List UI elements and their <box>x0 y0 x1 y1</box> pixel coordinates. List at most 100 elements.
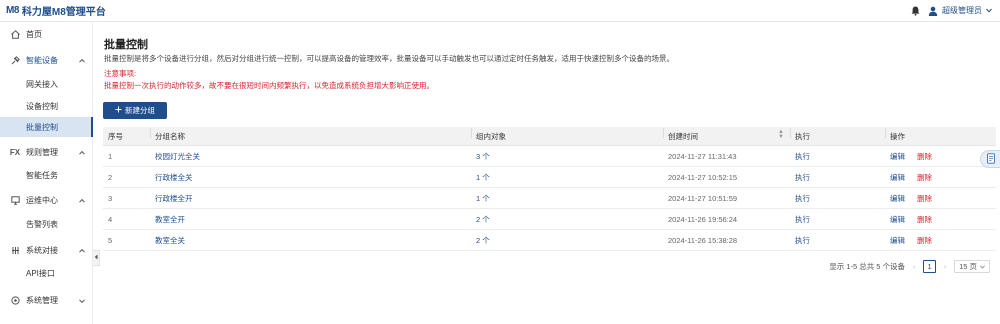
row-edit-link[interactable]: 编辑 <box>890 173 905 182</box>
sidebar-item-ops[interactable]: 运维中心 <box>0 189 93 211</box>
row-index: 5 <box>108 235 113 245</box>
new-group-label: 新建分组 <box>125 106 155 115</box>
plus-icon <box>115 106 122 115</box>
chevron-up-icon <box>79 57 85 63</box>
row-delete-link[interactable]: 删除 <box>917 236 932 245</box>
table-row: 3 行政楼全开 1 个 2024-11-27 10:51:59 执行 编辑 删除 <box>103 188 996 209</box>
row-index: 3 <box>108 193 113 203</box>
row-actions: 编辑 删除 <box>885 214 996 225</box>
main-content: 批量控制 批量控制是将多个设备进行分组，然后对分组进行统一控制，可以提高设备的管… <box>100 22 1000 324</box>
row-object-count[interactable]: 2 个 <box>471 214 663 225</box>
sidebar-sub-device-control[interactable]: 设备控制 <box>0 96 93 116</box>
row-object-count[interactable]: 3 个 <box>471 151 663 162</box>
chevron-up-icon <box>79 149 85 155</box>
monitor-icon <box>10 195 20 205</box>
device-icon <box>10 55 20 65</box>
user-icon <box>928 6 938 16</box>
sidebar-collapse-button[interactable] <box>93 250 100 266</box>
sidebar-item-home[interactable]: 首页 <box>0 23 93 45</box>
row-index: 2 <box>108 172 113 182</box>
sort-icon[interactable]: ▲ ▼ <box>778 129 784 140</box>
header-index: 序号 <box>108 131 123 141</box>
sidebar-sub-alarms[interactable]: 告警列表 <box>0 214 93 234</box>
row-delete-link[interactable]: 删除 <box>917 194 932 203</box>
sidebar-item-label: 智能设备 <box>26 55 58 65</box>
pagination-summary: 显示 1-5 总共 5 个设备 <box>829 262 906 271</box>
network-icon <box>10 245 20 255</box>
table-row: 1 校园灯光全关 3 个 2024-11-27 11:31:43 执行 编辑 删除 <box>103 146 996 167</box>
row-group-name[interactable]: 教室全关 <box>150 235 471 246</box>
table-row: 4 教室全开 2 个 2024-11-26 19:56:24 执行 编辑 删除 <box>103 209 996 230</box>
row-execute-link[interactable]: 执行 <box>790 235 885 246</box>
row-object-count[interactable]: 1 个 <box>471 193 663 204</box>
row-created-time: 2024-11-27 11:31:43 <box>668 151 737 161</box>
row-index: 4 <box>108 214 113 224</box>
user-name: 超级管理员 <box>942 6 982 15</box>
header-actions: 操作 <box>885 127 996 142</box>
sidebar-item-integration[interactable]: 系统对接 <box>0 239 93 261</box>
page-size-select[interactable]: 15 页 <box>954 260 990 273</box>
row-group-name[interactable]: 教室全开 <box>150 214 471 225</box>
settings-icon <box>10 295 20 305</box>
row-edit-link[interactable]: 编辑 <box>890 194 905 203</box>
sidebar-sub-api[interactable]: API接口 <box>0 263 93 283</box>
row-edit-link[interactable]: 编辑 <box>890 152 905 161</box>
table-body: 1 校园灯光全关 3 个 2024-11-27 11:31:43 执行 编辑 删除 2 行政楼全… <box>103 146 996 251</box>
row-created-time: 2024-11-26 19:56:24 <box>668 214 738 224</box>
next-page-icon[interactable]: › <box>941 262 949 271</box>
bell-icon[interactable] <box>910 6 920 16</box>
sidebar-item-rules[interactable]: FX 规则管理 <box>0 141 93 163</box>
sidebar-sub-smart-task[interactable]: 智能任务 <box>0 165 93 185</box>
floating-tool-button[interactable] <box>980 150 1000 168</box>
table-header: 序号 分组名称 组内对象 创建时间 ▲ ▼ 执行 操作 <box>103 127 996 146</box>
chevron-down-icon <box>79 297 85 304</box>
sidebar-item-system[interactable]: 系统管理 <box>0 289 93 311</box>
logo-mark: M8 <box>6 5 19 16</box>
row-object-count[interactable]: 1 个 <box>471 172 663 183</box>
header-name: 分组名称 <box>150 127 471 142</box>
row-group-name[interactable]: 校园灯光全关 <box>150 151 471 162</box>
row-execute-link[interactable]: 执行 <box>790 193 885 204</box>
table-row: 2 行政楼全关 1 个 2024-11-27 10:52:15 执行 编辑 删除 <box>103 167 996 188</box>
sidebar: 首页 智能设备 网关接入 设备控制 批量控制 FX 规则管理 智能任务 运维中心… <box>0 22 93 324</box>
row-object-count[interactable]: 2 个 <box>471 235 663 246</box>
sidebar-item-label: 运维中心 <box>26 195 58 205</box>
chevron-up-icon <box>79 247 85 253</box>
prev-page-icon[interactable]: ‹ <box>910 262 918 271</box>
page-number[interactable]: 1 <box>923 260 937 273</box>
row-execute-link[interactable]: 执行 <box>790 151 885 162</box>
row-actions: 编辑 删除 <box>885 235 996 246</box>
top-header: M8 科力屋M8管理平台 超级管理员 <box>0 0 1000 22</box>
row-execute-link[interactable]: 执行 <box>790 214 885 225</box>
header-exec: 执行 <box>790 127 885 142</box>
chevron-down-icon <box>986 6 992 15</box>
user-menu[interactable]: 超级管理员 <box>928 5 992 16</box>
new-group-button[interactable]: 新建分组 <box>103 102 167 119</box>
page-size-value: 15 页 <box>959 262 977 271</box>
row-delete-link[interactable]: 删除 <box>917 173 932 182</box>
header-created-label: 创建时间 <box>668 131 698 141</box>
app-title: 科力屋M8管理平台 <box>21 7 106 18</box>
row-edit-link[interactable]: 编辑 <box>890 236 905 245</box>
sidebar-sub-batch-control[interactable]: 批量控制 <box>0 117 93 137</box>
sidebar-item-label: 系统对接 <box>26 245 58 255</box>
sidebar-item-label: 规则管理 <box>26 147 58 157</box>
row-group-name[interactable]: 行政楼全开 <box>150 193 471 204</box>
row-delete-link[interactable]: 删除 <box>917 215 932 224</box>
sidebar-item-label: 首页 <box>26 29 42 39</box>
sidebar-item-devices[interactable]: 智能设备 <box>0 49 93 71</box>
row-execute-link[interactable]: 执行 <box>790 172 885 183</box>
row-delete-link[interactable]: 删除 <box>917 152 932 161</box>
sidebar-item-label: 系统管理 <box>26 295 58 305</box>
chevron-left-icon <box>94 254 98 262</box>
fx-icon: FX <box>9 147 21 157</box>
row-actions: 编辑 删除 <box>885 193 996 204</box>
row-edit-link[interactable]: 编辑 <box>890 215 905 224</box>
app-logo[interactable]: M8 科力屋M8管理平台 <box>0 0 106 22</box>
header-created[interactable]: 创建时间 ▲ ▼ <box>663 127 790 142</box>
row-index: 1 <box>108 151 113 161</box>
chevron-up-icon <box>79 197 85 203</box>
row-group-name[interactable]: 行政楼全关 <box>150 172 471 183</box>
sidebar-sub-gateway[interactable]: 网关接入 <box>0 74 93 94</box>
row-created-time: 2024-11-27 10:52:15 <box>668 172 738 182</box>
